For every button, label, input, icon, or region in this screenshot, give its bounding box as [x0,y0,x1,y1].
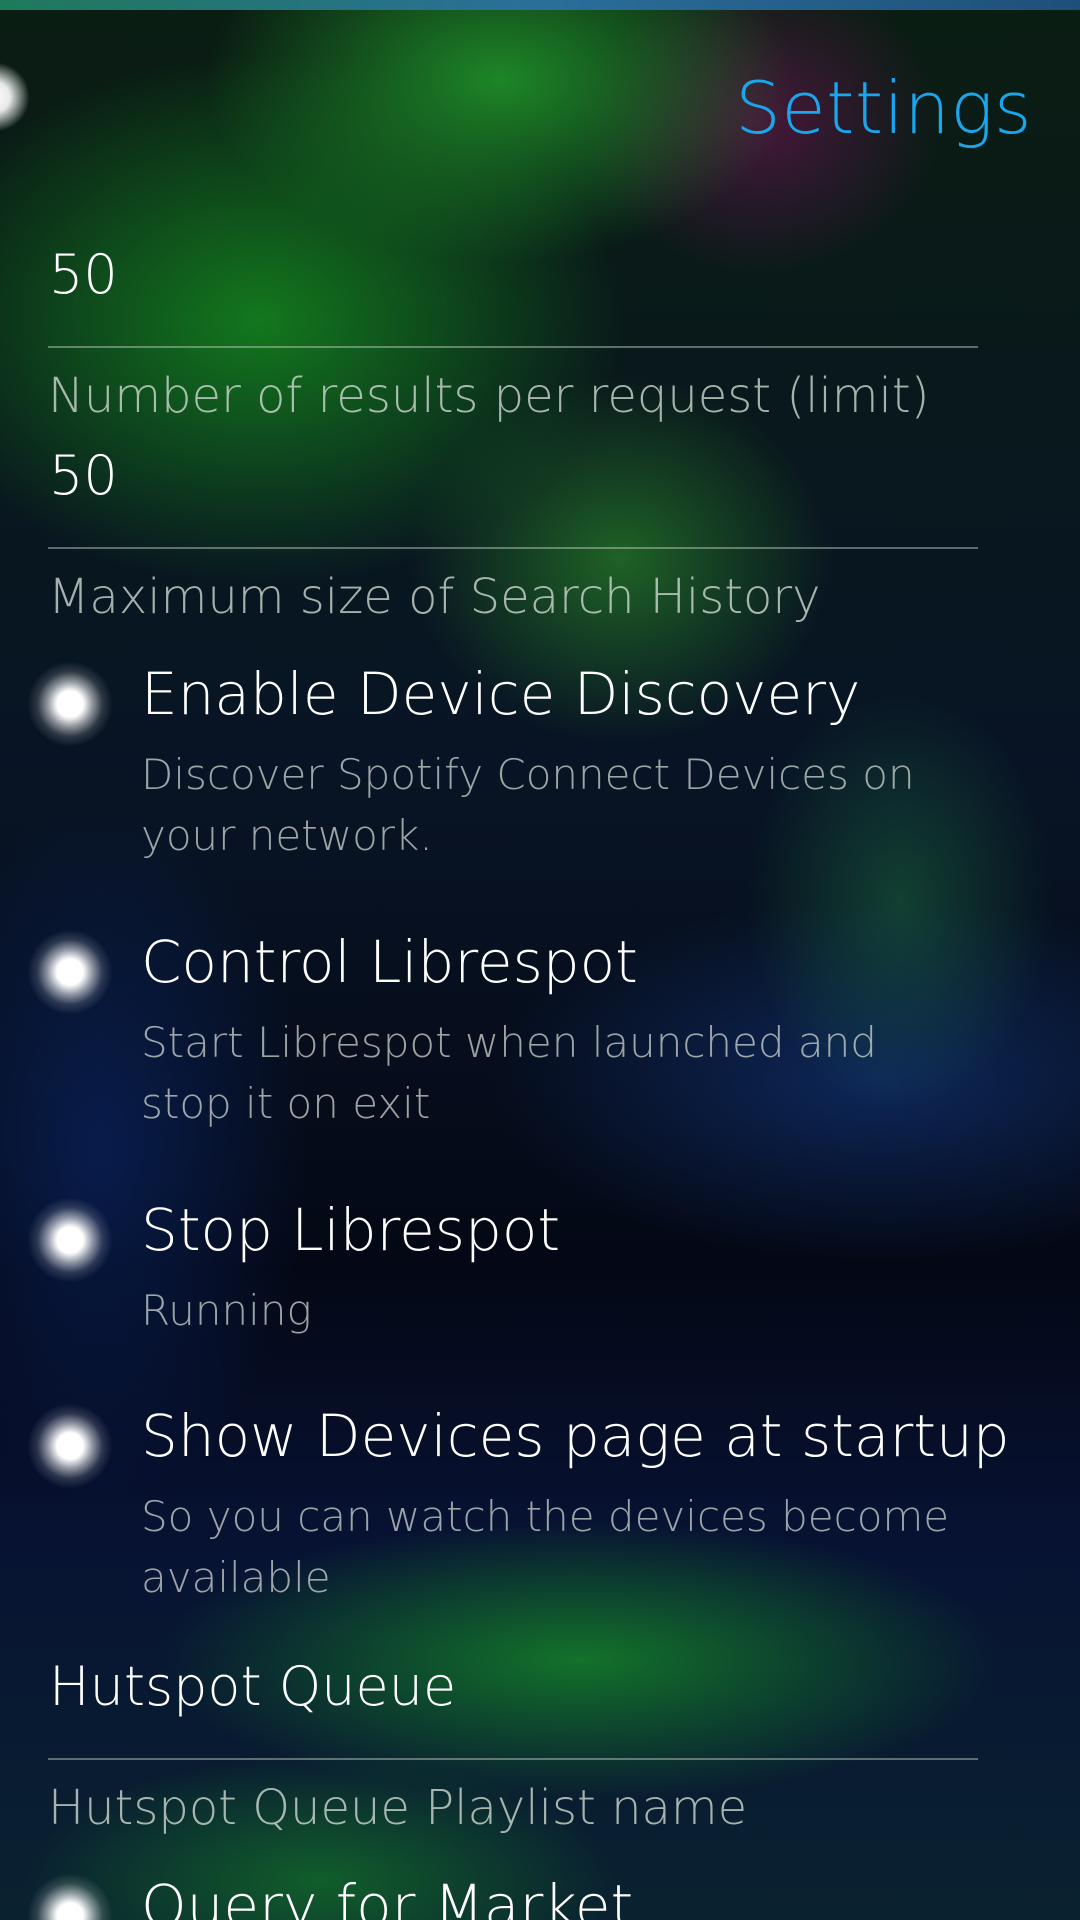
results-limit-field[interactable]: 50 Number of results per request (limit) [48,248,978,424]
switch-indicator-on[interactable] [28,1874,112,1920]
switch-title: Stop Librespot [141,1196,561,1264]
switch-control-librespot[interactable]: Control Librespot Start Librespot when l… [0,928,1080,1138]
page-title: Settings [735,66,1032,150]
queue-playlist-name-field[interactable]: Hutspot Queue Hutspot Queue Playlist nam… [48,1660,978,1836]
search-history-size-label: Maximum size of Search History [48,569,821,625]
switch-query-for-market[interactable]: Query for Market [0,1872,1080,1920]
queue-playlist-name-label: Hutspot Queue Playlist name [48,1780,748,1836]
search-history-size-input[interactable]: 50 [49,449,978,503]
switch-indicator-on[interactable] [28,930,112,1014]
switch-title: Enable Device Discovery [141,660,861,728]
search-history-size-field[interactable]: 50 Maximum size of Search History [48,449,978,625]
settings-screen: Settings 50 Number of results per reques… [0,0,1080,1920]
input-underline [48,346,978,348]
switch-stop-librespot[interactable]: Stop Librespot Running [0,1196,1080,1346]
input-underline [48,1758,978,1760]
status-bar [0,0,1080,10]
pulley-menu-indicator [0,62,30,132]
switch-title: Control Librespot [141,928,638,996]
results-limit-label: Number of results per request (limit) [48,368,930,424]
switch-description: Discover Spotify Connect Devices on your… [141,750,915,860]
switch-status: Running [141,1286,312,1335]
switch-indicator-on[interactable] [28,1404,112,1488]
input-underline [48,547,978,549]
switch-indicator-on[interactable] [28,662,112,746]
switch-show-devices-page[interactable]: Show Devices page at startup So you can … [0,1402,1080,1612]
switch-description: So you can watch the devices become avai… [141,1492,950,1602]
switch-indicator-on[interactable] [28,1198,112,1282]
switch-description: Start Librespot when launched and stop i… [141,1018,877,1128]
switch-enable-device-discovery[interactable]: Enable Device Discovery Discover Spotify… [0,660,1080,870]
queue-playlist-name-input[interactable]: Hutspot Queue [49,1660,978,1714]
results-limit-input[interactable]: 50 [49,248,978,302]
switch-title: Query for Market [141,1872,634,1920]
switch-title: Show Devices page at startup [141,1402,1010,1470]
